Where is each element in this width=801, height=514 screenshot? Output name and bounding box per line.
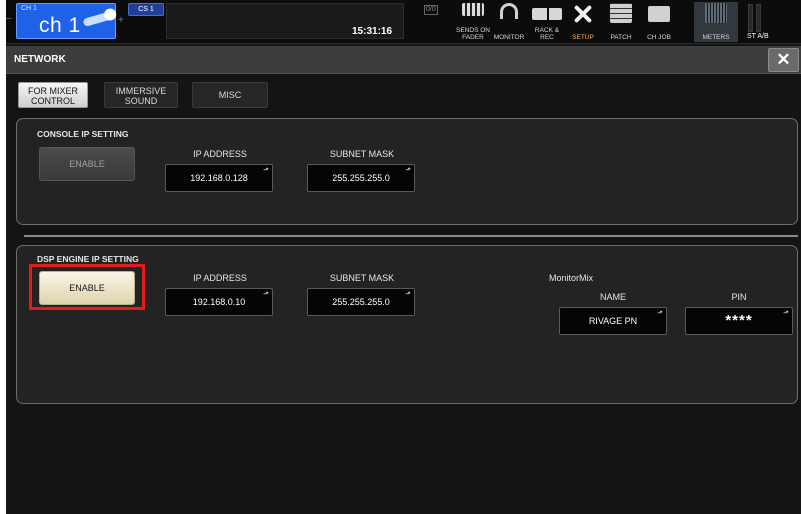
edit-icon: ⬏ bbox=[405, 291, 411, 298]
monitormix-pin-label: PIN bbox=[731, 292, 747, 302]
window-title: NETWORK bbox=[14, 54, 66, 65]
headphones-icon bbox=[500, 3, 518, 19]
section-divider bbox=[24, 235, 798, 237]
channel-selector[interactable]: CH 1 ch 1 bbox=[16, 3, 116, 39]
console-ip-panel: CONSOLE IP SETTING ENABLE IP ADDRESS 192… bbox=[16, 118, 798, 225]
channel-prev-icon[interactable]: – bbox=[6, 13, 12, 24]
tools-icon bbox=[572, 3, 594, 23]
channel-next-icon[interactable]: + bbox=[118, 15, 124, 26]
close-icon: ✕ bbox=[776, 50, 791, 69]
ch-job-button[interactable]: CH JOB bbox=[640, 2, 678, 42]
window-title-bar: NETWORK ✕ bbox=[6, 46, 801, 74]
monitormix-name-label: NAME bbox=[599, 292, 626, 302]
dsp-ip-address-label: IP ADDRESS bbox=[193, 273, 247, 283]
patch-icon bbox=[610, 3, 632, 23]
ch-job-icon bbox=[648, 6, 670, 22]
setup-button[interactable]: SETUP bbox=[564, 2, 602, 42]
tab-for-mixer-control[interactable]: FOR MIXER CONTROL bbox=[18, 82, 88, 108]
dsp-engine-enable-button[interactable]: ENABLE bbox=[39, 271, 135, 305]
edit-icon: ⬏ bbox=[263, 291, 269, 298]
edit-icon: ⬏ bbox=[405, 167, 411, 174]
dsp-ip-address-field[interactable]: 192.168.0.10 ⬏ bbox=[165, 288, 273, 316]
channel-number: CH 1 bbox=[21, 5, 37, 12]
monitormix-pin-field[interactable]: **** ⬏ bbox=[685, 307, 793, 335]
monitor-button[interactable]: MONITOR bbox=[490, 2, 528, 42]
network-screen: – CH 1 ch 1 + CS 1 15:31:16 0/0 SENDS ON… bbox=[6, 0, 801, 514]
cs-badge[interactable]: CS 1 bbox=[128, 3, 164, 16]
sends-on-fader-button[interactable]: SENDS ON FADER bbox=[454, 2, 492, 42]
tab-immersive-sound[interactable]: IMMERSIVE SOUND bbox=[104, 82, 178, 108]
console-ip-enable-button[interactable]: ENABLE bbox=[39, 147, 135, 181]
console-subnet-label: SUBNET MASK bbox=[329, 149, 395, 159]
tab-misc[interactable]: MISC bbox=[192, 82, 268, 108]
meters-button[interactable]: METERS bbox=[694, 2, 738, 42]
rack-rec-icon bbox=[532, 8, 562, 20]
dsp-subnet-field[interactable]: 255.255.255.0 ⬏ bbox=[307, 288, 415, 316]
scene-indicator-icon: 0/0 bbox=[424, 5, 438, 15]
console-ip-address-label: IP ADDRESS bbox=[193, 149, 247, 159]
vu-meter-left bbox=[748, 4, 753, 32]
dsp-subnet-label: SUBNET MASK bbox=[329, 273, 395, 283]
patch-button[interactable]: PATCH bbox=[602, 2, 640, 42]
channel-knob-icon bbox=[82, 11, 114, 27]
edit-icon: ⬏ bbox=[657, 310, 663, 317]
vu-meter-right bbox=[756, 4, 761, 32]
clock: 15:31:16 bbox=[352, 26, 393, 37]
sends-on-fader-icon bbox=[462, 3, 484, 16]
console-ip-address-field[interactable]: 192.168.0.128 ⬏ bbox=[165, 164, 273, 192]
console-ip-title: CONSOLE IP SETTING bbox=[37, 129, 129, 139]
monitormix-title: MonitorMix bbox=[549, 273, 594, 283]
st-ab-label: ST A/B bbox=[747, 33, 769, 40]
meters-icon bbox=[705, 3, 727, 23]
top-bar: – CH 1 ch 1 + CS 1 15:31:16 0/0 SENDS ON… bbox=[6, 0, 801, 44]
edit-icon: ⬏ bbox=[263, 167, 269, 174]
close-button[interactable]: ✕ bbox=[768, 48, 799, 72]
dsp-engine-ip-panel: DSP ENGINE IP SETTING ENABLE IP ADDRESS … bbox=[16, 245, 798, 404]
edit-icon: ⬏ bbox=[783, 310, 789, 317]
console-subnet-field[interactable]: 255.255.255.0 ⬏ bbox=[307, 164, 415, 192]
monitormix-name-field[interactable]: RIVAGE PN ⬏ bbox=[559, 307, 667, 335]
dsp-engine-ip-title: DSP ENGINE IP SETTING bbox=[37, 254, 139, 264]
rack-rec-button[interactable]: RACK & REC bbox=[528, 2, 566, 42]
channel-name: ch 1 bbox=[39, 14, 81, 37]
